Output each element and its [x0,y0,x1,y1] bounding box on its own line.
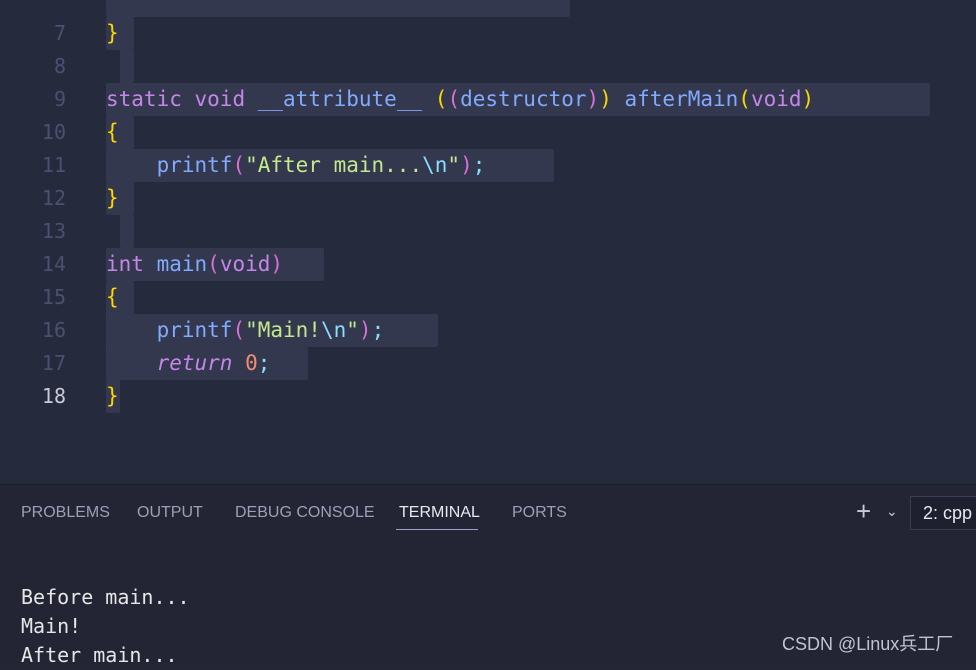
watermark: CSDN @Linux兵工厂 [782,634,954,654]
code-line-11: 11 printf("After main...\n"); [0,149,976,182]
line-number: 11 [41,153,66,177]
line-number: 10 [41,120,66,144]
code-line-8: 8 [0,50,976,83]
tab-terminal[interactable]: TERMINAL [399,503,480,523]
code-line-18: 18 } [0,380,976,413]
code-line-14: 14 int main(void) [0,248,976,281]
terminal-output-line: Before main... [21,585,190,609]
code-editor[interactable]: 7 } 8 9 static void __attribute__ ((dest… [0,0,976,484]
terminal-output-line: After main... [21,643,178,667]
line-number: 8 [53,54,66,78]
code-line-7: 7 } [0,17,976,50]
line-number: 12 [41,186,66,210]
line-number: 15 [41,285,66,309]
chevron-down-icon[interactable]: ⌄ [886,503,898,520]
line-number: 7 [53,21,66,45]
code-line-6-partial [0,0,976,17]
tab-debug-console[interactable]: DEBUG CONSOLE [235,503,375,523]
code-line-9: 9 static void __attribute__ ((destructor… [0,83,976,116]
code-line-10: 10 { [0,116,976,149]
tab-problems[interactable]: PROBLEMS [21,503,110,523]
line-number: 13 [41,219,66,243]
tab-output[interactable]: OUTPUT [137,503,203,523]
bottom-panel: PROBLEMS OUTPUT DEBUG CONSOLE TERMINAL P… [0,484,976,667]
plus-icon[interactable]: + [856,497,871,525]
code-line-17: 17 return 0; [0,347,976,380]
code-line-12: 12 } [0,182,976,215]
active-tab-indicator [396,529,478,530]
terminal-selector[interactable]: 2: cpp [910,496,976,530]
line-number: 14 [41,252,66,276]
line-number: 16 [41,318,66,342]
line-number-active: 18 [41,384,66,408]
terminal-output-line: Main! [21,614,82,638]
code-line-13: 13 [0,215,976,248]
code-line-16: 16 printf("Main!\n"); [0,314,976,347]
tab-ports[interactable]: PORTS [512,503,567,523]
line-number: 17 [41,351,66,375]
line-number: 9 [53,87,66,111]
code-line-15: 15 { [0,281,976,314]
